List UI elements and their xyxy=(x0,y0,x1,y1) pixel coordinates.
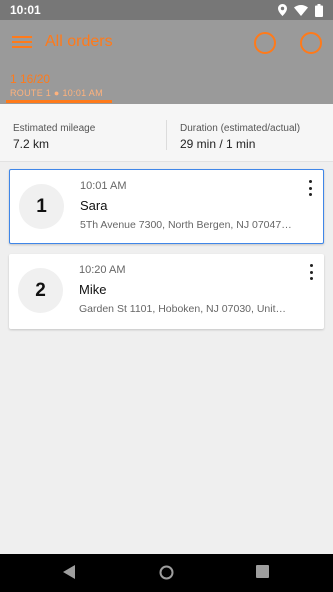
action-button-2[interactable] xyxy=(300,32,322,54)
status-bar: 10:01 xyxy=(0,0,333,20)
location-icon xyxy=(278,4,287,16)
stop-customer-name: Mike xyxy=(79,282,107,297)
action-button-1[interactable] xyxy=(254,32,276,54)
summary-divider xyxy=(166,120,167,150)
recents-icon[interactable] xyxy=(256,565,269,578)
mileage-value: 7.2 km xyxy=(13,137,50,151)
duration-value: 29 min / 1 min xyxy=(180,137,256,151)
stop-time: 10:01 AM xyxy=(80,180,127,192)
app-bar: All orders 1 16/20 ROUTE 1 ● 10:01 AM xyxy=(0,20,333,104)
system-nav-bar xyxy=(0,554,333,592)
tab-indicator xyxy=(6,100,112,103)
mileage-block: Estimated mileage 7.2 km xyxy=(13,123,95,151)
route-summary: Estimated mileage 7.2 km Duration (estim… xyxy=(0,104,333,162)
stop-number: 2 xyxy=(18,268,63,313)
status-time: 10:01 xyxy=(10,3,41,17)
stop-address: 5Th Avenue 7300, North Bergen, NJ 07047,… xyxy=(80,219,292,231)
back-icon[interactable] xyxy=(63,565,76,579)
stop-time: 10:20 AM xyxy=(79,264,126,276)
page-title: All orders xyxy=(45,33,113,50)
stop-customer-name: Sara xyxy=(80,198,108,213)
mileage-label: Estimated mileage xyxy=(13,123,96,134)
stop-card[interactable]: 2 10:20 AM Mike Garden St 1101, Hoboken,… xyxy=(9,254,324,329)
stop-address: Garden St 1101, Hoboken, NJ 07030, Unite… xyxy=(79,303,291,315)
more-vert-icon[interactable] xyxy=(306,264,316,280)
more-vert-icon[interactable] xyxy=(305,180,315,196)
menu-button[interactable] xyxy=(12,33,34,53)
duration-label: Duration (estimated/actual) xyxy=(180,123,301,134)
home-icon[interactable] xyxy=(159,565,174,580)
tab-date-label: 1 16/20 xyxy=(10,72,51,86)
status-icons xyxy=(278,3,323,17)
wifi-icon xyxy=(294,4,308,16)
duration-block: Duration (estimated/actual) 29 min / 1 m… xyxy=(180,123,300,151)
hamburger-icon xyxy=(12,36,34,48)
battery-icon xyxy=(315,3,323,17)
stop-card[interactable]: 1 10:01 AM Sara 5Th Avenue 7300, North B… xyxy=(9,169,324,244)
tab-sub-label: ROUTE 1 ● 10:01 AM xyxy=(10,88,103,98)
stop-number: 1 xyxy=(19,184,64,229)
